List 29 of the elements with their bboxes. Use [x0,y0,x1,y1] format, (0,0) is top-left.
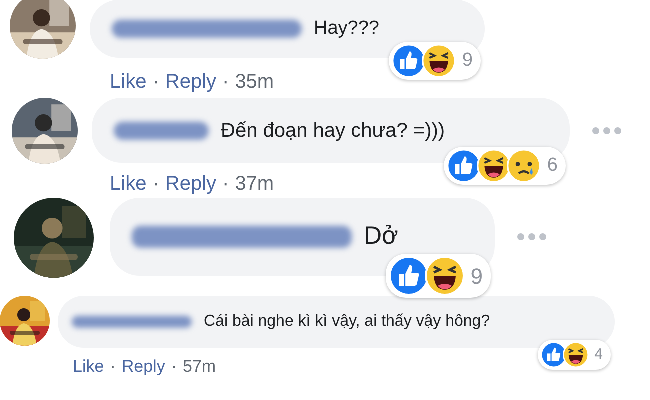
like-link[interactable]: Like [110,169,147,199]
separator-dot: · [110,356,116,378]
separator-dot: · [171,356,177,378]
reply-link[interactable]: Reply [165,169,217,199]
like-link[interactable]: Like [110,67,147,97]
comment-text: Dở [364,221,398,252]
reaction-summary[interactable]: 9 [389,42,481,80]
separator-dot: · [152,172,160,197]
reaction-summary[interactable]: 4 [538,340,611,370]
comment-text: Hay??? [314,16,380,41]
like-link[interactable]: Like [73,354,104,380]
more-icon[interactable] [517,233,547,241]
reaction-count: 4 [594,344,603,365]
reaction-summary[interactable]: 9 [386,254,491,298]
timestamp[interactable]: 57m [183,354,216,380]
separator-dot: · [222,172,230,197]
reply-link[interactable]: Reply [165,67,217,97]
reply-link[interactable]: Reply [122,354,166,380]
timestamp[interactable]: 37m [235,169,274,199]
reaction-count: 9 [462,48,473,73]
comment-text: Đến đoạn hay chưa? =))) [221,118,446,144]
separator-dot: · [222,70,230,95]
separator-dot: · [152,70,160,95]
reaction-count: 6 [547,154,558,178]
timestamp[interactable]: 35m [235,67,274,97]
reaction-count: 9 [470,262,483,290]
comment-text: Cái bài nghe kì kì vậy, ai thấy vậy hông? [204,312,490,332]
more-icon[interactable] [592,126,622,134]
reaction-summary[interactable]: 6 [444,147,566,185]
